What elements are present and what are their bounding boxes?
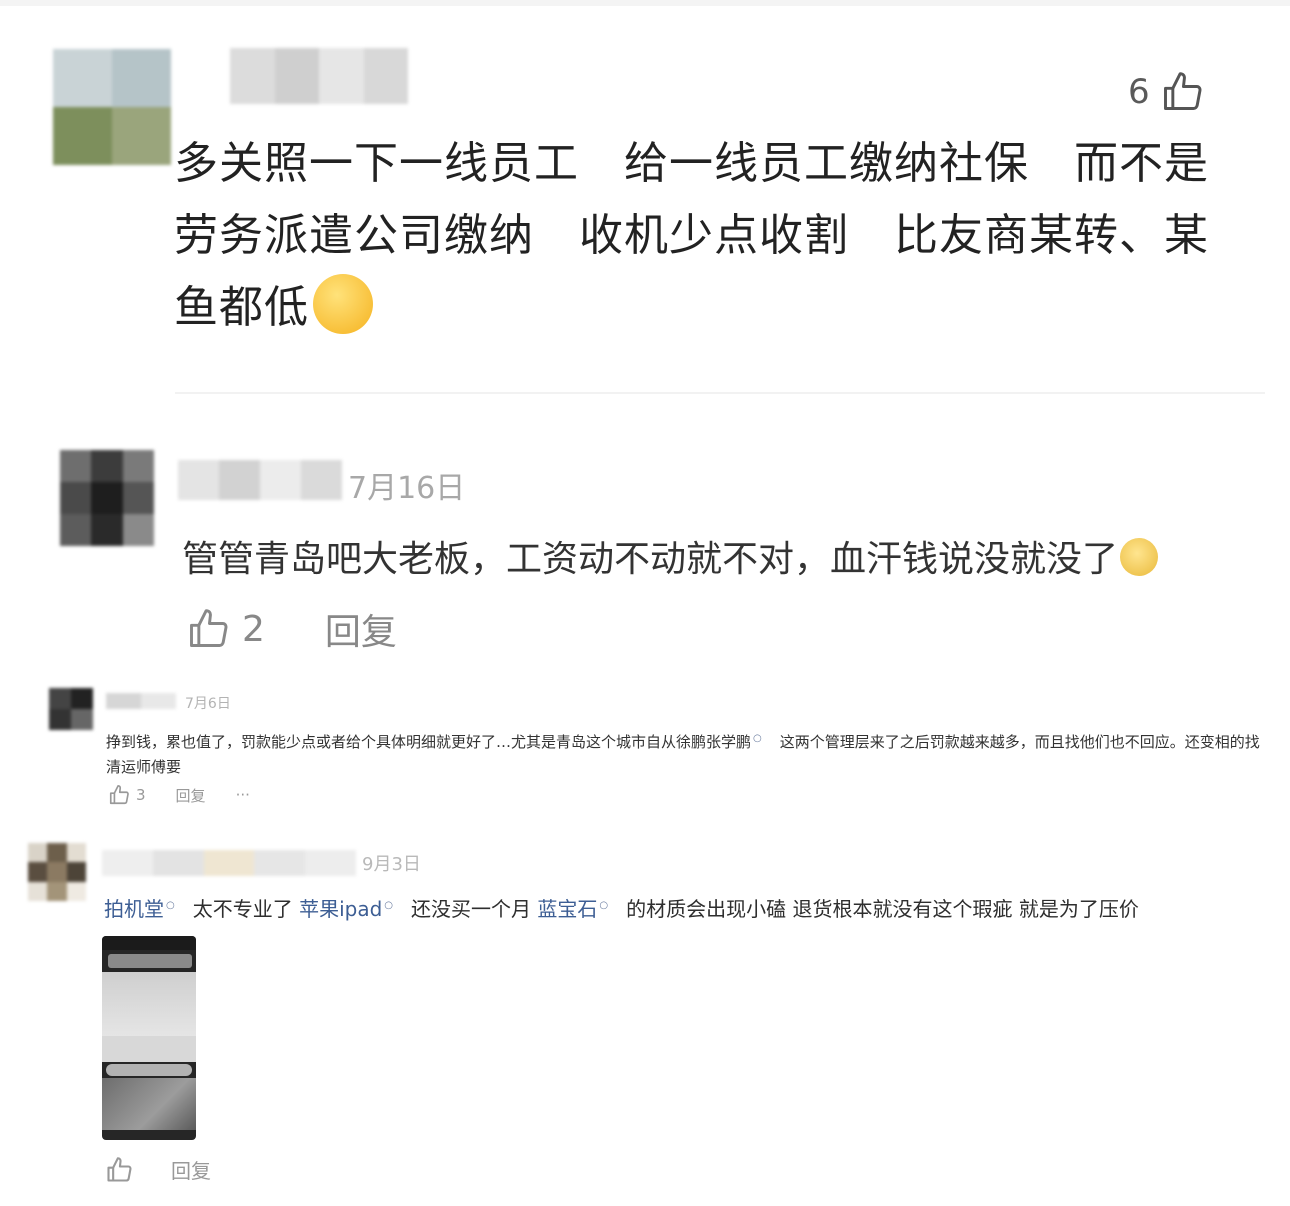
comment-body: 还没买一个月 bbox=[411, 897, 532, 921]
comment-date: 7月6日 bbox=[185, 696, 231, 712]
comment-actions: 3 回复 ··· bbox=[108, 784, 250, 806]
facepalm-emoji bbox=[313, 274, 373, 334]
avatar[interactable] bbox=[49, 688, 93, 730]
thumbs-up-icon[interactable] bbox=[108, 784, 130, 806]
topic-link[interactable]: 蓝宝石 bbox=[537, 897, 597, 921]
comment-actions: 回复 bbox=[105, 1155, 211, 1184]
comment-body: 挣到钱，累也值了，罚款能少点或者给个具体明细就更好了…尤其是青岛这个城市自从徐鹏… bbox=[106, 733, 752, 751]
topic-link[interactable]: 拍机堂 bbox=[104, 897, 164, 921]
like-count: 6 bbox=[1128, 72, 1150, 112]
reply-button[interactable]: 回复 bbox=[325, 603, 397, 655]
like-count: 3 bbox=[136, 786, 146, 804]
thumbs-up-icon[interactable] bbox=[105, 1156, 133, 1184]
comment-body: 的材质会出现小磕 退货根本就没有这个瑕疵 就是为了压价 bbox=[626, 897, 1139, 921]
avatar[interactable] bbox=[60, 450, 154, 546]
search-link-icon[interactable]: ○ bbox=[384, 900, 393, 911]
more-button[interactable]: ··· bbox=[236, 786, 250, 804]
reply-button[interactable]: 回复 bbox=[176, 785, 206, 806]
thumbs-up-icon[interactable] bbox=[186, 607, 230, 651]
reply-button[interactable]: 回复 bbox=[171, 1155, 211, 1184]
comment-text: 挣到钱，累也值了，罚款能少点或者给个具体明细就更好了…尤其是青岛这个城市自从徐鹏… bbox=[106, 726, 1266, 780]
search-link-icon[interactable]: ○ bbox=[166, 900, 175, 911]
attached-image[interactable] bbox=[102, 936, 196, 1140]
username-blurred[interactable] bbox=[178, 460, 342, 500]
username-blurred[interactable] bbox=[230, 48, 408, 104]
top-divider bbox=[0, 0, 1290, 6]
comment-actions: 2 回复 bbox=[186, 603, 397, 655]
comment-text: 拍机堂 ○ 太不专业了 苹果ipad ○ 还没买一个月 蓝宝石 ○ 的材质会出现小磕 退货根… bbox=[104, 893, 1139, 922]
thumbs-up-icon[interactable] bbox=[1160, 70, 1204, 114]
search-link-icon[interactable]: ○ bbox=[753, 733, 762, 744]
crying-emoji bbox=[1120, 538, 1159, 576]
comment-date: 9月3日 bbox=[362, 854, 421, 875]
comment-body: 管管青岛吧大老板，工资动不动就不对，血汗钱说没就没了 bbox=[182, 539, 1119, 580]
divider bbox=[175, 392, 1265, 394]
avatar[interactable] bbox=[53, 49, 171, 165]
topic-link[interactable]: 苹果ipad bbox=[299, 897, 382, 921]
comment-body: 太不专业了 bbox=[192, 897, 293, 921]
comment-text: 管管青岛吧大老板，工资动不动就不对，血汗钱说没就没了 bbox=[182, 530, 1159, 582]
comment-date: 7月16日 bbox=[348, 471, 466, 506]
username-blurred[interactable] bbox=[106, 693, 176, 709]
like-group[interactable]: 6 bbox=[1128, 70, 1204, 114]
search-link-icon[interactable]: ○ bbox=[599, 900, 608, 911]
comment-text: 多关照一下一线员工 给一线员工缴纳社保 而不是劳务派遣公司缴纳 收机少点收割 比… bbox=[174, 128, 1234, 344]
avatar[interactable] bbox=[28, 843, 86, 901]
like-count: 2 bbox=[242, 608, 265, 650]
username-blurred[interactable] bbox=[102, 850, 356, 876]
